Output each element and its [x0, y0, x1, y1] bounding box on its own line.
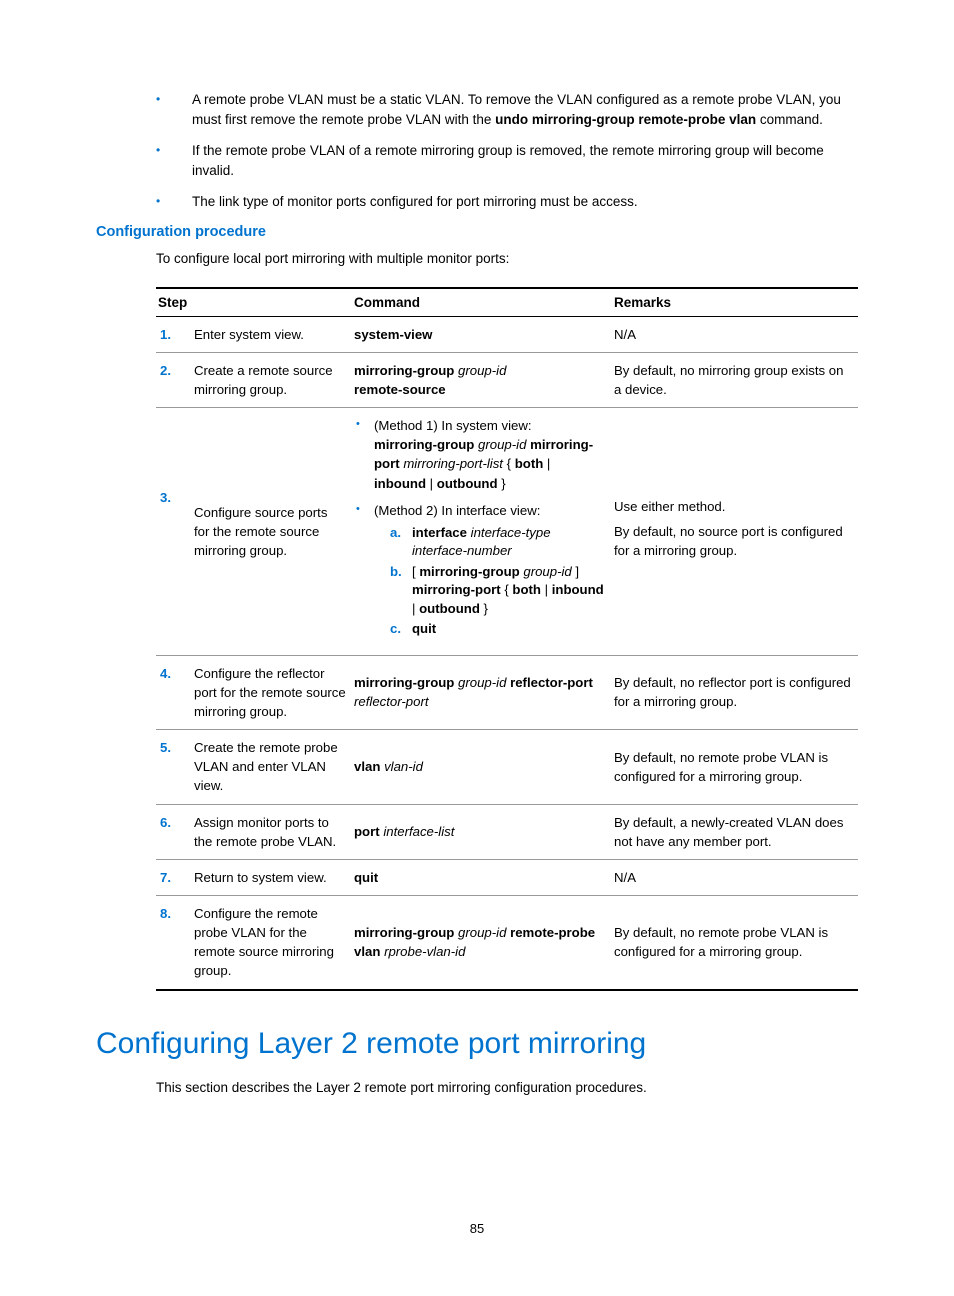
section-heading: Configuration procedure	[96, 224, 858, 240]
step-number: 3.	[156, 408, 192, 656]
step-number: 4.	[156, 655, 192, 729]
table-row: 4.Configure the reflector port for the r…	[156, 655, 858, 729]
command-cell: system-view	[352, 316, 612, 352]
note-item: A remote probe VLAN must be a static VLA…	[156, 90, 858, 129]
method-2-steps: a.interface interface-type interface-num…	[374, 524, 606, 639]
step-description: Create a remote source mirroring group.	[192, 352, 352, 407]
remarks-cell: By default, a newly-created VLAN does no…	[612, 804, 858, 859]
step-description: Configure the reflector port for the rem…	[192, 655, 352, 729]
command-cell: vlan vlan-id	[352, 730, 612, 804]
table-row: 8.Configure the remote probe VLAN for th…	[156, 896, 858, 990]
remarks-cell: N/A	[612, 316, 858, 352]
remarks-cell: Use either method.By default, no source …	[612, 408, 858, 656]
method-1: (Method 1) In system view:mirroring-grou…	[354, 416, 606, 493]
page-intro: This section describes the Layer 2 remot…	[156, 1079, 858, 1098]
remarks-cell: N/A	[612, 859, 858, 895]
step-description: Create the remote probe VLAN and enter V…	[192, 730, 352, 804]
table-row: 6.Assign monitor ports to the remote pro…	[156, 804, 858, 859]
note-text-post: command.	[756, 112, 823, 127]
config-table: Step Command Remarks 1.Enter system view…	[156, 287, 858, 991]
substep-a: a.interface interface-type interface-num…	[390, 524, 606, 561]
note-item: If the remote probe VLAN of a remote mir…	[156, 141, 858, 180]
col-remarks: Remarks	[612, 288, 858, 317]
step-number: 2.	[156, 352, 192, 407]
table-row: 7.Return to system view.quitN/A	[156, 859, 858, 895]
page-title: Configuring Layer 2 remote port mirrorin…	[96, 1027, 858, 1061]
method-list: (Method 1) In system view:mirroring-grou…	[354, 416, 606, 639]
table-row: 3.Configure source ports for the remote …	[156, 408, 858, 656]
section-intro: To configure local port mirroring with m…	[156, 250, 858, 269]
step-description: Return to system view.	[192, 859, 352, 895]
note-text: The link type of monitor ports configure…	[192, 194, 638, 209]
step-number: 7.	[156, 859, 192, 895]
table-row: 5.Create the remote probe VLAN and enter…	[156, 730, 858, 804]
substep-c: c.quit	[390, 620, 606, 638]
note-text: If the remote probe VLAN of a remote mir…	[192, 143, 824, 178]
step-description: Configure the remote probe VLAN for the …	[192, 896, 352, 990]
table-row: 1.Enter system view.system-viewN/A	[156, 316, 858, 352]
substep-b: b.[ mirroring-group group-id ] mirroring…	[390, 563, 606, 618]
remarks-cell: By default, no remote probe VLAN is conf…	[612, 730, 858, 804]
remarks-cell: By default, no remote probe VLAN is conf…	[612, 896, 858, 990]
table-header-row: Step Command Remarks	[156, 288, 858, 317]
command-cell: mirroring-group group-id remote-source	[352, 352, 612, 407]
page-number: 85	[0, 1221, 954, 1236]
remarks-cell: By default, no reflector port is configu…	[612, 655, 858, 729]
step-description: Configure source ports for the remote so…	[192, 408, 352, 656]
table-row: 2.Create a remote source mirroring group…	[156, 352, 858, 407]
command-cell: (Method 1) In system view:mirroring-grou…	[352, 408, 612, 656]
step-number: 1.	[156, 316, 192, 352]
command-cell: port interface-list	[352, 804, 612, 859]
remarks-cell: By default, no mirroring group exists on…	[612, 352, 858, 407]
command-cell: quit	[352, 859, 612, 895]
command-cell: mirroring-group group-id reflector-port …	[352, 655, 612, 729]
col-step: Step	[156, 288, 352, 317]
step-number: 5.	[156, 730, 192, 804]
note-text-bold: undo mirroring-group remote-probe vlan	[495, 112, 756, 127]
step-description: Enter system view.	[192, 316, 352, 352]
method-2: (Method 2) In interface view:a.interface…	[354, 501, 606, 639]
notes-list: A remote probe VLAN must be a static VLA…	[156, 90, 858, 212]
step-description: Assign monitor ports to the remote probe…	[192, 804, 352, 859]
col-command: Command	[352, 288, 612, 317]
step-number: 8.	[156, 896, 192, 990]
step-number: 6.	[156, 804, 192, 859]
command-cell: mirroring-group group-id remote-probe vl…	[352, 896, 612, 990]
note-item: The link type of monitor ports configure…	[156, 192, 858, 212]
